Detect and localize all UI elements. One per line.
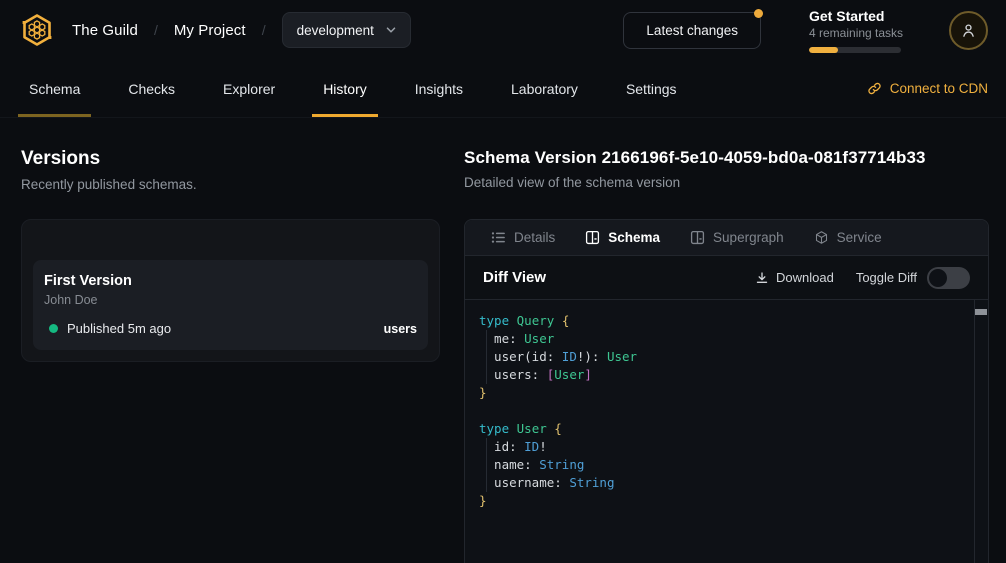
indent-guide [486, 438, 487, 492]
app-window: The Guild / My Project / development Lat… [0, 0, 1006, 563]
code-line: id: ID! [479, 438, 974, 456]
user-menu-button[interactable] [949, 11, 988, 50]
columns-icon [690, 230, 705, 245]
tab-checks[interactable]: Checks [117, 60, 186, 117]
tab-explorer[interactable]: Explorer [212, 60, 286, 117]
list-icon [491, 230, 506, 245]
schema-version-title: Schema Version 2166196f-5e10-4059-bd0a-0… [464, 148, 989, 168]
tab-insights[interactable]: Insights [404, 60, 474, 117]
schema-detail-tabs: Details Schema Supergraph Service [465, 220, 988, 256]
toggle-diff-switch[interactable] [927, 267, 970, 289]
toggle-diff-group: Toggle Diff [856, 267, 970, 289]
download-icon [755, 271, 769, 285]
download-button[interactable]: Download [755, 270, 834, 285]
versions-title: Versions [21, 148, 440, 170]
detail-tab-supergraph[interactable]: Supergraph [690, 230, 784, 245]
environment-select-value: development [297, 23, 374, 38]
code-line: } [479, 384, 974, 402]
toggle-diff-label: Toggle Diff [856, 270, 917, 285]
version-list-item[interactable]: First Version John Doe Published 5m ago … [33, 260, 428, 350]
main-nav: Schema Checks Explorer History Insights Labor… [0, 60, 1006, 118]
top-bar-right: Latest changes Get Started 4 remaining t… [623, 8, 988, 53]
schema-version-panel: Schema Version 2166196f-5e10-4059-bd0a-0… [464, 118, 989, 563]
breadcrumb-org[interactable]: The Guild [72, 22, 138, 39]
diff-view-actions: Download Toggle Diff [755, 267, 970, 289]
tab-settings[interactable]: Settings [615, 60, 688, 117]
versions-list: First Version John Doe Published 5m ago … [21, 219, 440, 362]
get-started-widget[interactable]: Get Started 4 remaining tasks [809, 8, 901, 53]
version-name: First Version [44, 273, 417, 289]
schema-code-editor[interactable]: type Query { me: User user(id: ID!): Use… [465, 300, 988, 563]
progress-fill [809, 47, 838, 53]
editor-scrollbar[interactable] [974, 300, 988, 563]
code-line: type Query { [479, 312, 974, 330]
version-service-badge: users [384, 322, 417, 336]
breadcrumb-separator: / [262, 22, 266, 38]
connect-to-cdn-label: Connect to CDN [890, 81, 988, 96]
top-bar: The Guild / My Project / development Lat… [0, 0, 1006, 60]
editor-scrollbar-thumb[interactable] [975, 309, 987, 315]
download-label: Download [776, 270, 834, 285]
chevron-down-icon [384, 23, 398, 37]
detail-tab-label: Details [514, 230, 555, 245]
latest-changes-label: Latest changes [646, 23, 738, 38]
notification-dot [754, 9, 763, 18]
schema-version-subtitle: Detailed view of the schema version [464, 175, 989, 190]
get-started-subtitle: 4 remaining tasks [809, 26, 901, 40]
tab-laboratory[interactable]: Laboratory [500, 60, 589, 117]
code-line: } [479, 492, 974, 510]
version-status: Published 5m ago [67, 321, 171, 336]
main-nav-tabs: Schema Checks Explorer History Insights Labor… [18, 60, 867, 117]
detail-tab-details[interactable]: Details [491, 230, 555, 245]
code-line: type User { [479, 420, 974, 438]
schema-detail-card: Details Schema Supergraph Service Diff View… [464, 219, 989, 563]
connect-to-cdn-button[interactable]: Connect to CDN [867, 60, 988, 117]
detail-tab-service[interactable]: Service [814, 230, 882, 245]
cube-icon [814, 230, 829, 245]
published-status-dot [49, 324, 58, 333]
detail-tab-schema[interactable]: Schema [585, 230, 660, 245]
detail-tab-label: Supergraph [713, 230, 784, 245]
version-status-row: Published 5m ago users [44, 321, 417, 336]
get-started-progress [809, 47, 901, 53]
tab-schema[interactable]: Schema [18, 60, 91, 117]
breadcrumb: The Guild / My Project / development [18, 11, 623, 49]
link-icon [867, 81, 882, 96]
switch-knob [929, 269, 947, 287]
code-line: me: User [479, 330, 974, 348]
environment-select[interactable]: development [282, 12, 411, 48]
latest-changes-button[interactable]: Latest changes [623, 12, 761, 49]
versions-panel: Versions Recently published schemas. Fir… [21, 118, 440, 563]
versions-subtitle: Recently published schemas. [21, 177, 440, 192]
schema-sdl-code: type Query { me: User user(id: ID!): Use… [465, 300, 988, 522]
indent-guide [486, 330, 487, 384]
diff-view-header: Diff View Download Toggle Diff [465, 256, 988, 300]
code-line: users: [User] [479, 366, 974, 384]
code-line: name: String [479, 456, 974, 474]
version-author: John Doe [44, 293, 417, 307]
code-line: user(id: ID!): User [479, 348, 974, 366]
tab-history[interactable]: History [312, 60, 378, 117]
hive-logo-icon [18, 11, 56, 49]
user-icon [959, 21, 978, 40]
breadcrumb-separator: / [154, 22, 158, 38]
breadcrumb-project[interactable]: My Project [174, 22, 246, 39]
diff-view-title: Diff View [483, 269, 546, 286]
get-started-title: Get Started [809, 8, 901, 24]
code-line [479, 402, 974, 420]
columns-icon [585, 230, 600, 245]
detail-tab-label: Schema [608, 230, 660, 245]
code-line: username: String [479, 474, 974, 492]
main-content: Versions Recently published schemas. Fir… [0, 118, 1006, 563]
detail-tab-label: Service [837, 230, 882, 245]
